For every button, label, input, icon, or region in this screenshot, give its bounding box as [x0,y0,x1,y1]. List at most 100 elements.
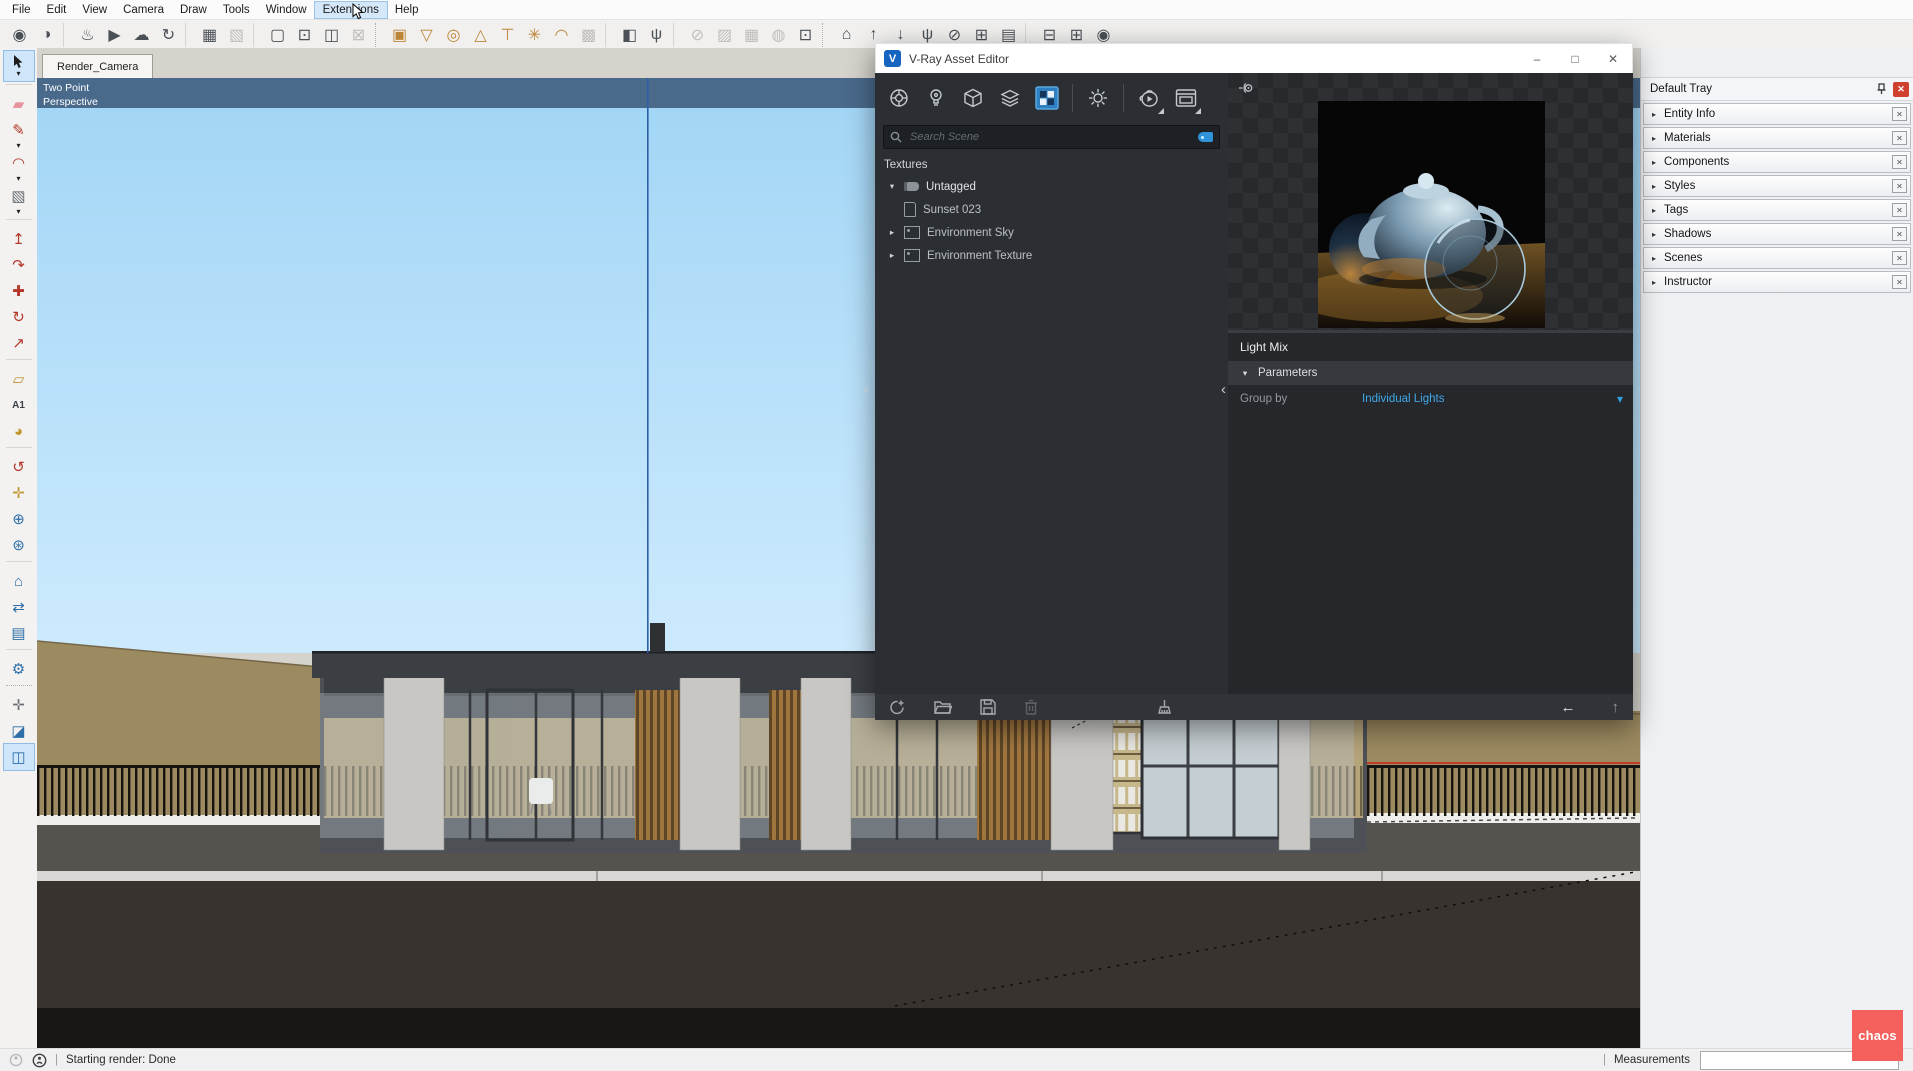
maximize-button[interactable]: □ [1556,44,1594,73]
search-input[interactable] [908,130,1192,144]
tray-item-close-button[interactable]: ✕ [1892,227,1907,241]
tray-close-button[interactable]: ✕ [1893,82,1909,97]
tray-item-close-button[interactable]: ✕ [1892,203,1907,217]
menu-edit[interactable]: Edit [39,2,75,18]
tray-item-close-button[interactable]: ✕ [1892,107,1907,121]
tray-item-styles[interactable]: ▸ Styles ✕ [1643,175,1911,197]
viewport-render-region-icon[interactable]: ▧ [223,22,250,47]
proxy-import-icon[interactable]: ◍ [765,22,792,47]
tray-item-tags[interactable]: ▸ Tags ✕ [1643,199,1911,221]
warehouse-tool[interactable]: ⌂ [4,568,34,594]
extension-manager-tool[interactable]: ⚙ [4,656,34,682]
rectangle-dropdown[interactable]: ▾ [4,206,34,216]
section-display-tool[interactable]: ◫ [4,744,34,770]
minimize-button[interactable]: – [1518,44,1556,73]
tray-item-close-button[interactable]: ✕ [1892,251,1907,265]
tree-expand-arrow[interactable]: ▸ [887,250,897,261]
tray-item-close-button[interactable]: ✕ [1892,179,1907,193]
render-icon[interactable]: ♨ [74,22,101,47]
share-model-tool[interactable]: ▤ [4,620,34,646]
tree-expand-arrow[interactable]: ▾ [887,181,897,192]
followme-tool[interactable]: ↷ [4,252,34,278]
rotate-tool[interactable]: ↻ [4,304,34,330]
move-tool[interactable]: ✚ [4,278,34,304]
plane-light-icon[interactable]: ▽ [413,22,440,47]
section-plane-tool[interactable]: ◪ [4,718,34,744]
menu-camera[interactable]: Camera [115,2,172,18]
clipper-icon[interactable]: ⊘ [684,22,711,47]
materials-icon[interactable] [887,86,911,110]
up-arrow-icon[interactable]: ↑ [1612,699,1620,716]
delete-icon[interactable] [1024,699,1038,715]
omni-light-icon[interactable]: ✳ [521,22,548,47]
pin-icon[interactable] [1876,83,1887,95]
eraser-tool[interactable]: ▰ [4,91,34,117]
orbit-tool[interactable]: ↺ [4,454,34,480]
tape-measure-tool[interactable]: ▱ [4,366,34,392]
select-dropdown[interactable]: ▾ [16,69,20,78]
vray-logo-icon[interactable]: ◉ [6,22,33,47]
tree-item-environment-texture[interactable]: ▸ Environment Texture [875,244,1228,267]
search-bar[interactable] [883,125,1220,149]
tray-item-entity-info[interactable]: ▸ Entity Info ✕ [1643,103,1911,125]
add-asset-icon[interactable] [889,699,906,716]
group-by-value[interactable]: Individual Lights [1362,393,1444,405]
sphere-light-icon[interactable]: ◎ [440,22,467,47]
geolocation-icon[interactable] [9,1053,23,1067]
vray-title-bar[interactable]: V V-Ray Asset Editor – □ ✕ [875,43,1633,73]
pan-tool[interactable]: ✛ [4,480,34,506]
tree-expand-arrow[interactable]: ▸ [887,227,897,238]
scene-stage-icon[interactable]: ⌂ [833,22,860,47]
text-tool[interactable]: A1 [4,392,34,418]
tray-item-shadows[interactable]: ▸ Shadows ✕ [1643,223,1911,245]
vray-asset-editor-window[interactable]: V V-Ray Asset Editor – □ ✕ [875,43,1633,720]
lock-camera-icon[interactable]: ⊠ [345,22,372,47]
tree-item-sunset-023[interactable]: Sunset 023 [875,198,1228,221]
open-file-icon[interactable] [934,700,952,715]
dome-light-icon[interactable]: ◠ [548,22,575,47]
frame-buffer-icon[interactable] [1174,86,1198,110]
flip-tool[interactable]: ⇄ [4,594,34,620]
menu-file[interactable]: File [4,2,39,18]
axes-tool[interactable]: ✛ [4,692,34,718]
menu-tools[interactable]: Tools [215,2,258,18]
ies-light-icon[interactable]: ⊤ [494,22,521,47]
collapse-panel-mid-icon[interactable]: ‹ [1221,381,1226,398]
menu-help[interactable]: Help [387,2,427,18]
line-dropdown[interactable]: ▾ [4,140,34,150]
render-interactive-icon[interactable]: ▶ [101,22,128,47]
fur-icon[interactable]: ψ [643,22,670,47]
credits-icon[interactable] [32,1053,47,1068]
tree-item-environment-sky[interactable]: ▸ Environment Sky [875,221,1228,244]
geometry-icon[interactable] [961,86,985,110]
pano-exporter-icon[interactable]: ◫ [318,22,345,47]
close-button[interactable]: ✕ [1594,44,1632,73]
settings-gear-icon[interactable] [1086,86,1110,110]
tray-item-materials[interactable]: ▸ Materials ✕ [1643,127,1911,149]
menu-view[interactable]: View [74,2,115,18]
tray-item-close-button[interactable]: ✕ [1892,155,1907,169]
textures-icon[interactable] [1035,86,1059,110]
displacement-icon[interactable]: ▨ [711,22,738,47]
proxy-export-icon[interactable]: ▦ [738,22,765,47]
update-effects-icon[interactable]: ↻ [155,22,182,47]
render-cloud-icon[interactable]: ☁ [128,22,155,47]
batch-render-icon[interactable]: ⊡ [291,22,318,47]
tray-item-close-button[interactable]: ✕ [1892,275,1907,289]
purge-broom-icon[interactable] [1156,699,1173,716]
filter-tag-icon[interactable] [1198,132,1213,142]
menu-window[interactable]: Window [258,2,315,18]
rectangle-light-icon[interactable]: ▣ [386,22,413,47]
render-teapot-icon[interactable] [1137,86,1161,110]
mesh-light-icon[interactable]: ▩ [575,22,602,47]
select-tool[interactable]: ▾ [4,51,34,81]
pushpull-tool[interactable]: ↥ [4,226,34,252]
back-arrow-icon[interactable]: ← [1561,699,1576,716]
tree-item-untagged[interactable]: ▾ Untagged [875,175,1228,198]
chevron-down-icon[interactable]: ▾ [1617,392,1623,406]
layers-icon[interactable] [998,86,1022,110]
scene-tab-render-camera[interactable]: Render_Camera [42,54,153,78]
menu-draw[interactable]: Draw [172,2,215,18]
save-icon[interactable] [980,699,996,715]
tray-item-close-button[interactable]: ✕ [1892,131,1907,145]
